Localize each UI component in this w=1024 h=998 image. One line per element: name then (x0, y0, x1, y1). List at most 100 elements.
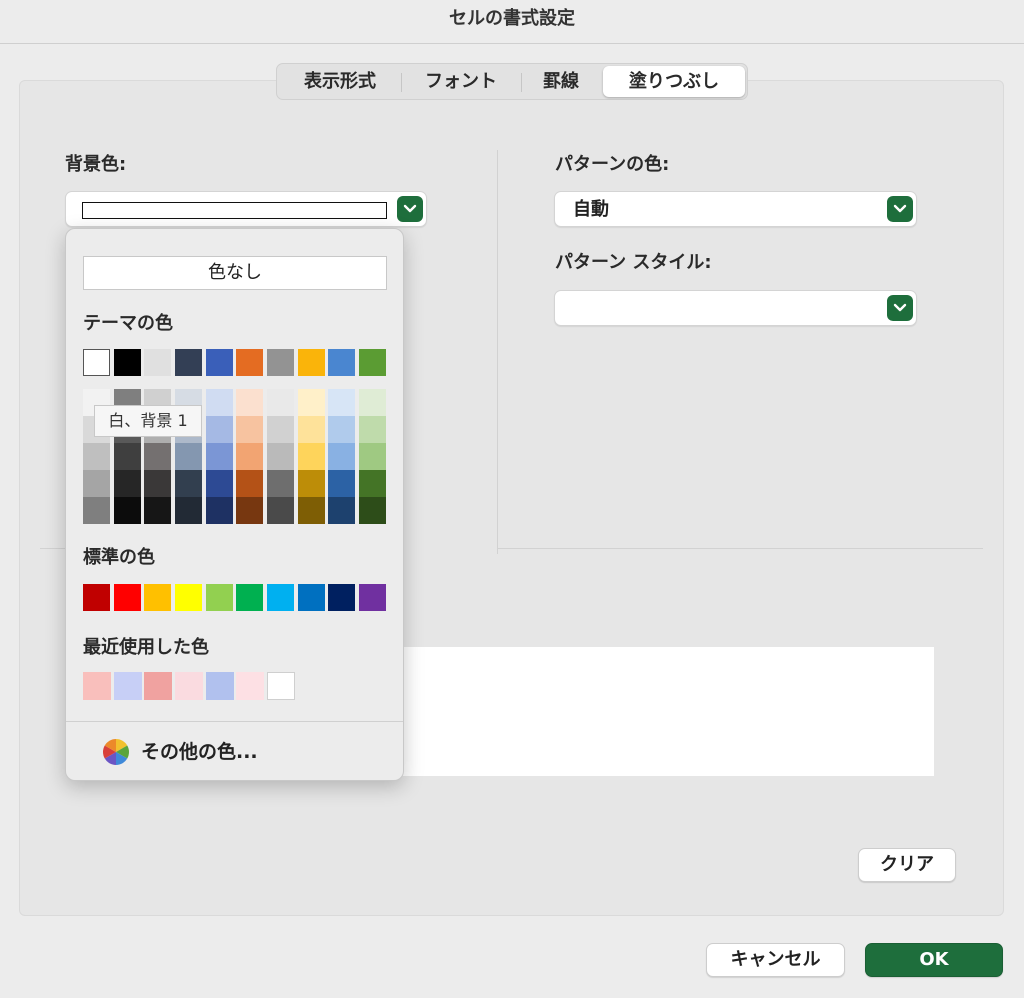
theme-color-swatch[interactable] (359, 349, 386, 376)
pattern-color-value: 自動 (573, 199, 609, 220)
theme-shade-swatch[interactable] (114, 497, 141, 524)
tab-border[interactable]: 罫線 (523, 66, 599, 97)
theme-shade-swatch[interactable] (144, 443, 171, 470)
recent-color-swatch[interactable] (144, 672, 172, 700)
cancel-button[interactable]: キャンセル (706, 943, 845, 977)
selected-color-preview (82, 202, 387, 219)
tab-font[interactable]: フォント (403, 66, 519, 97)
standard-color-swatch[interactable] (267, 584, 294, 611)
theme-shade-swatch[interactable] (298, 416, 325, 443)
theme-shade-swatch[interactable] (328, 416, 355, 443)
recent-color-swatch[interactable] (83, 672, 111, 700)
theme-shade-swatch[interactable] (83, 497, 110, 524)
theme-shade-swatch[interactable] (298, 470, 325, 497)
standard-color-swatch[interactable] (175, 584, 202, 611)
theme-shade-swatch[interactable] (298, 389, 325, 416)
color-dropdown-panel: 色なし テーマの色 標準の色 最近使用した色 その他の色... 白、背景 1 (65, 228, 404, 781)
pattern-color-popup[interactable]: 自動 (554, 191, 917, 227)
theme-shade-swatch[interactable] (83, 443, 110, 470)
theme-shade-swatch[interactable] (114, 470, 141, 497)
theme-shade-swatch[interactable] (175, 470, 202, 497)
window-title: セルの書式設定 (449, 8, 575, 29)
theme-color-swatch[interactable] (206, 349, 233, 376)
theme-shade-swatch[interactable] (359, 389, 386, 416)
chevron-down-icon (887, 196, 913, 222)
theme-shade-swatch[interactable] (328, 470, 355, 497)
theme-shade-swatch[interactable] (144, 497, 171, 524)
theme-shade-swatch[interactable] (359, 443, 386, 470)
tab-number-format[interactable]: 表示形式 (281, 66, 399, 97)
theme-shade-swatch[interactable] (267, 470, 294, 497)
theme-shade-swatch[interactable] (267, 497, 294, 524)
theme-color-swatch[interactable] (328, 349, 355, 376)
theme-color-swatch[interactable] (267, 349, 294, 376)
standard-color-swatch[interactable] (359, 584, 386, 611)
theme-shade-swatch[interactable] (359, 497, 386, 524)
standard-color-swatch[interactable] (114, 584, 141, 611)
theme-shade-swatch[interactable] (298, 497, 325, 524)
ok-button[interactable]: OK (865, 943, 1003, 977)
recent-color-swatch[interactable] (175, 672, 203, 700)
theme-shade-swatch[interactable] (206, 470, 233, 497)
theme-color-swatch[interactable] (114, 349, 141, 376)
theme-shade-swatch[interactable] (359, 416, 386, 443)
theme-shade-swatch[interactable] (175, 497, 202, 524)
theme-color-swatch[interactable] (175, 349, 202, 376)
recent-color-swatch[interactable] (114, 672, 142, 700)
no-color-button[interactable]: 色なし (83, 256, 387, 290)
theme-shade-swatch[interactable] (206, 389, 233, 416)
standard-color-swatch[interactable] (298, 584, 325, 611)
panel-separator (66, 721, 403, 722)
background-color-popup[interactable] (65, 191, 427, 227)
tab-fill[interactable]: 塗りつぶし (603, 66, 745, 97)
standard-colors-label: 標準の色 (83, 547, 155, 568)
recent-color-swatch[interactable] (267, 672, 295, 700)
theme-shade-swatch[interactable] (328, 389, 355, 416)
theme-color-swatch[interactable] (144, 349, 171, 376)
tab-bar: 表示形式 フォント 罫線 塗りつぶし (276, 63, 748, 100)
tab-separator (401, 73, 402, 92)
theme-shade-swatch[interactable] (236, 416, 263, 443)
theme-shade-swatch[interactable] (236, 470, 263, 497)
theme-color-swatch[interactable] (83, 349, 110, 376)
swatch-tooltip: 白、背景 1 (94, 405, 202, 437)
standard-color-swatch[interactable] (328, 584, 355, 611)
theme-shade-swatch[interactable] (267, 443, 294, 470)
clear-button[interactable]: クリア (858, 848, 956, 882)
chevron-down-icon (397, 196, 423, 222)
theme-shade-swatch[interactable] (236, 389, 263, 416)
standard-color-swatch[interactable] (236, 584, 263, 611)
theme-shade-swatch[interactable] (206, 497, 233, 524)
recent-color-swatch[interactable] (206, 672, 234, 700)
theme-shade-swatch[interactable] (359, 470, 386, 497)
theme-shade-swatch[interactable] (328, 497, 355, 524)
sample-preview (400, 647, 934, 776)
theme-shade-swatch[interactable] (236, 443, 263, 470)
standard-color-swatch[interactable] (144, 584, 171, 611)
pattern-color-label: パターンの色: (555, 154, 670, 175)
theme-shade-swatch[interactable] (83, 470, 110, 497)
tab-separator (521, 73, 522, 92)
pattern-style-label: パターン スタイル: (555, 252, 712, 273)
theme-shade-swatch[interactable] (175, 443, 202, 470)
theme-colors-label: テーマの色 (83, 313, 173, 334)
horizontal-divider (498, 548, 983, 549)
theme-color-swatch[interactable] (298, 349, 325, 376)
theme-shade-swatch[interactable] (206, 416, 233, 443)
theme-shade-swatch[interactable] (298, 443, 325, 470)
standard-color-swatch[interactable] (206, 584, 233, 611)
theme-shade-swatch[interactable] (267, 389, 294, 416)
pattern-style-popup[interactable] (554, 290, 917, 326)
chevron-down-icon (887, 295, 913, 321)
more-colors-button[interactable]: その他の色... (141, 734, 258, 770)
theme-shade-swatch[interactable] (267, 416, 294, 443)
theme-shade-swatch[interactable] (236, 497, 263, 524)
theme-shade-swatch[interactable] (328, 443, 355, 470)
theme-shade-swatch[interactable] (144, 470, 171, 497)
color-wheel-icon (102, 738, 130, 766)
theme-shade-swatch[interactable] (206, 443, 233, 470)
theme-color-swatch[interactable] (236, 349, 263, 376)
recent-color-swatch[interactable] (236, 672, 264, 700)
theme-shade-swatch[interactable] (114, 443, 141, 470)
standard-color-swatch[interactable] (83, 584, 110, 611)
